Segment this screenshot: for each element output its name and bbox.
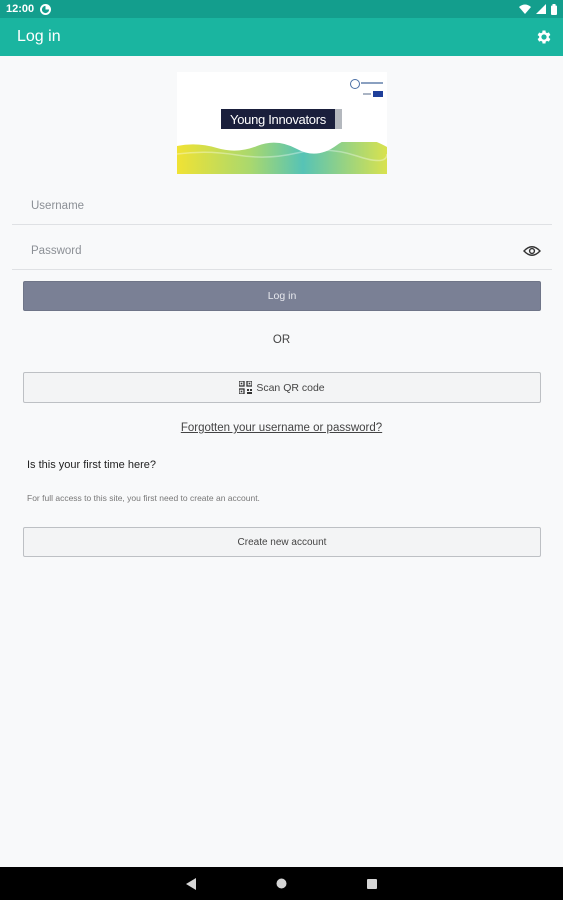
scan-qr-label: Scan QR code [256, 381, 325, 394]
wifi-icon [519, 4, 531, 14]
create-account-button[interactable]: Create new account [23, 527, 541, 557]
password-input[interactable] [12, 233, 503, 269]
username-field[interactable] [12, 188, 552, 225]
signup-description: For full access to this site, you first … [27, 493, 260, 503]
home-circle-icon [276, 878, 286, 889]
nav-home-button[interactable] [266, 867, 296, 900]
scan-qr-button[interactable]: Scan QR code [23, 372, 541, 403]
login-button[interactable]: Log in [23, 281, 541, 311]
status-bar: 12:00 [0, 0, 563, 18]
settings-button[interactable] [525, 18, 563, 56]
forgot-password-link[interactable]: Forgotten your username or password? [0, 422, 563, 434]
eye-icon [523, 246, 541, 256]
signal-icon [536, 4, 546, 14]
signup-heading: Is this your first time here? [27, 459, 156, 471]
battery-icon [551, 3, 557, 15]
username-input[interactable] [12, 188, 503, 224]
logo-accent [335, 109, 342, 129]
logo-wave-graphic [177, 142, 387, 174]
or-divider: OR [272, 334, 291, 346]
nav-back-button[interactable] [176, 867, 206, 900]
page-title: Log in [17, 28, 61, 45]
qr-code-icon [239, 381, 253, 394]
password-field[interactable] [12, 233, 552, 270]
nav-recents-button[interactable] [357, 867, 387, 900]
status-time: 12:00 [6, 3, 35, 15]
gear-icon [537, 30, 551, 44]
partner-logo-icon [350, 79, 383, 97]
password-toggle-button[interactable] [522, 242, 542, 260]
logo-text: Young Innovators [221, 109, 335, 129]
back-triangle-icon [185, 877, 196, 890]
system-nav-bar [0, 867, 563, 900]
recents-square-icon [367, 878, 377, 889]
site-logo: Young Innovators [177, 72, 387, 174]
app-notification-icon [40, 3, 52, 15]
app-bar: Log in [0, 18, 563, 56]
